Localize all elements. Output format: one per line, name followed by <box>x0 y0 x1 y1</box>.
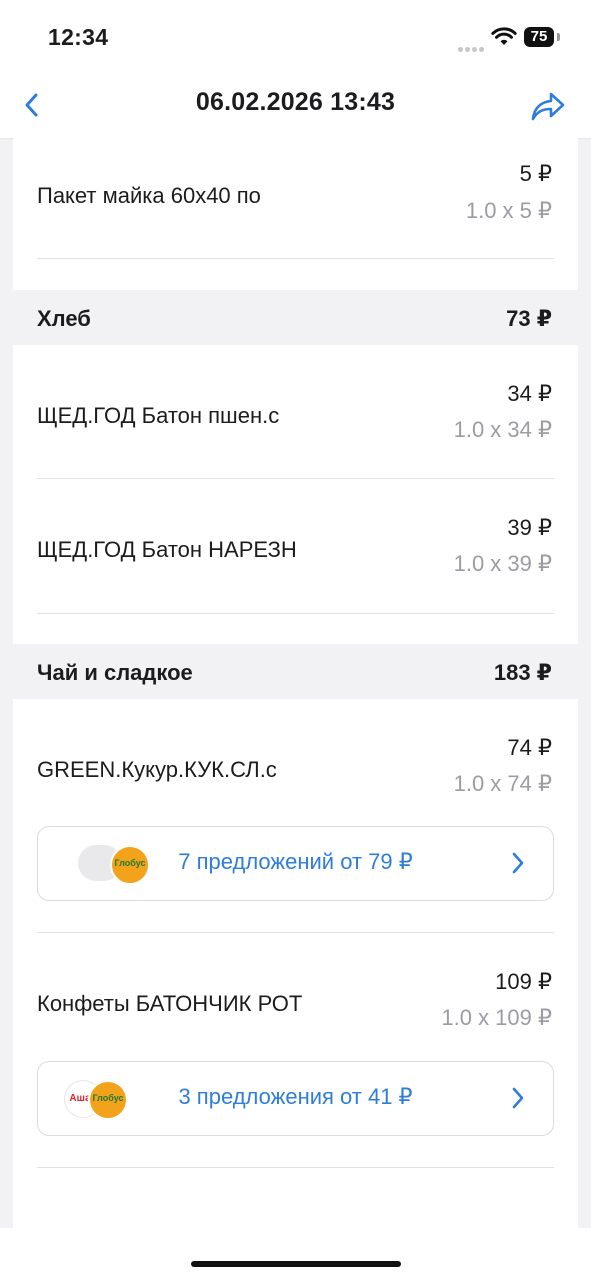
category-title: Чай и сладкое <box>37 660 193 685</box>
home-indicator[interactable] <box>191 1261 401 1267</box>
category-header: Чай и сладкое 183 ₽ <box>13 644 578 699</box>
category-total: 73 ₽ <box>506 306 552 331</box>
item-price: 5 ₽ <box>519 161 552 186</box>
item-price: 39 ₽ <box>507 515 552 540</box>
item-name: ЩЕД.ГОД Батон пшен.с <box>37 403 280 428</box>
wifi-icon <box>491 27 517 45</box>
receipt-item[interactable]: ЩЕД.ГОД Батон пшен.с 34 ₽ 1.0 x 34 ₽ <box>13 345 578 478</box>
item-quantity: 1.0 x 109 ₽ <box>441 1005 552 1030</box>
item-price: 109 ₽ <box>495 969 552 994</box>
category-total: 183 ₽ <box>493 660 552 685</box>
divider <box>37 258 554 259</box>
category-items-card: GREEN.Кукур.КУК.СЛ.с 74 ₽ 1.0 x 74 ₽ Гло… <box>13 699 578 1228</box>
item-quantity: 1.0 x 74 ₽ <box>453 771 552 796</box>
item-price: 34 ₽ <box>507 381 552 406</box>
item-name: Пакет майка 60х40 по <box>37 183 261 208</box>
price-offers-button[interactable]: Ашан Глобус 3 предложения от 41 ₽ <box>37 1061 554 1136</box>
page-title: 06.02.2026 13:43 <box>195 88 396 116</box>
item-price: 74 ₽ <box>507 735 552 760</box>
divider <box>37 613 554 614</box>
category-title: Хлеб <box>37 306 91 331</box>
cellular-signal-icon <box>458 39 486 57</box>
status-time: 12:34 <box>48 24 109 50</box>
chevron-right-icon <box>512 1087 524 1109</box>
category-header: Хлеб 73 ₽ <box>13 290 578 345</box>
offers-label: 3 предложения от 41 ₽ <box>178 1084 413 1109</box>
battery-icon: 75 <box>524 27 554 47</box>
offers-label: 7 предложений от 79 ₽ <box>178 849 413 874</box>
status-bar: 12:34 75 <box>0 0 591 76</box>
bottom-safe-area <box>0 1228 591 1280</box>
category-items-card: ЩЕД.ГОД Батон пшен.с 34 ₽ 1.0 x 34 ₽ ЩЕД… <box>13 345 578 645</box>
divider <box>37 1167 554 1168</box>
item-name: Конфеты БАТОНЧИК РОТ <box>37 991 303 1016</box>
navigation-bar: 06.02.2026 13:43 <box>0 76 591 138</box>
item-name: GREEN.Кукур.КУК.СЛ.с <box>37 757 277 782</box>
battery-cap <box>557 33 560 41</box>
item-quantity: 1.0 x 5 ₽ <box>465 198 552 223</box>
receipt-item[interactable]: Пакет майка 60х40 по 5 ₽ 1.0 x 5 ₽ <box>13 138 578 258</box>
item-name: ЩЕД.ГОД Батон НАРЕЗН <box>37 537 297 562</box>
chevron-right-icon <box>512 852 524 874</box>
receipt-card-top: Пакет майка 60х40 по 5 ₽ 1.0 x 5 ₽ <box>13 138 578 290</box>
item-quantity: 1.0 x 39 ₽ <box>453 551 552 576</box>
price-offers-button[interactable]: Глобус 7 предложений от 79 ₽ <box>37 826 554 901</box>
receipt-item[interactable]: ЩЕД.ГОД Батон НАРЕЗН 39 ₽ 1.0 x 39 ₽ <box>13 479 578 613</box>
receipt-item[interactable]: Конфеты БАТОНЧИК РОТ 109 ₽ 1.0 x 109 ₽ <box>13 933 578 1053</box>
item-quantity: 1.0 x 34 ₽ <box>453 417 552 442</box>
share-arrow-icon[interactable] <box>528 88 568 124</box>
receipt-item[interactable]: GREEN.Кукур.КУК.СЛ.с 74 ₽ 1.0 x 74 ₽ <box>13 699 578 819</box>
